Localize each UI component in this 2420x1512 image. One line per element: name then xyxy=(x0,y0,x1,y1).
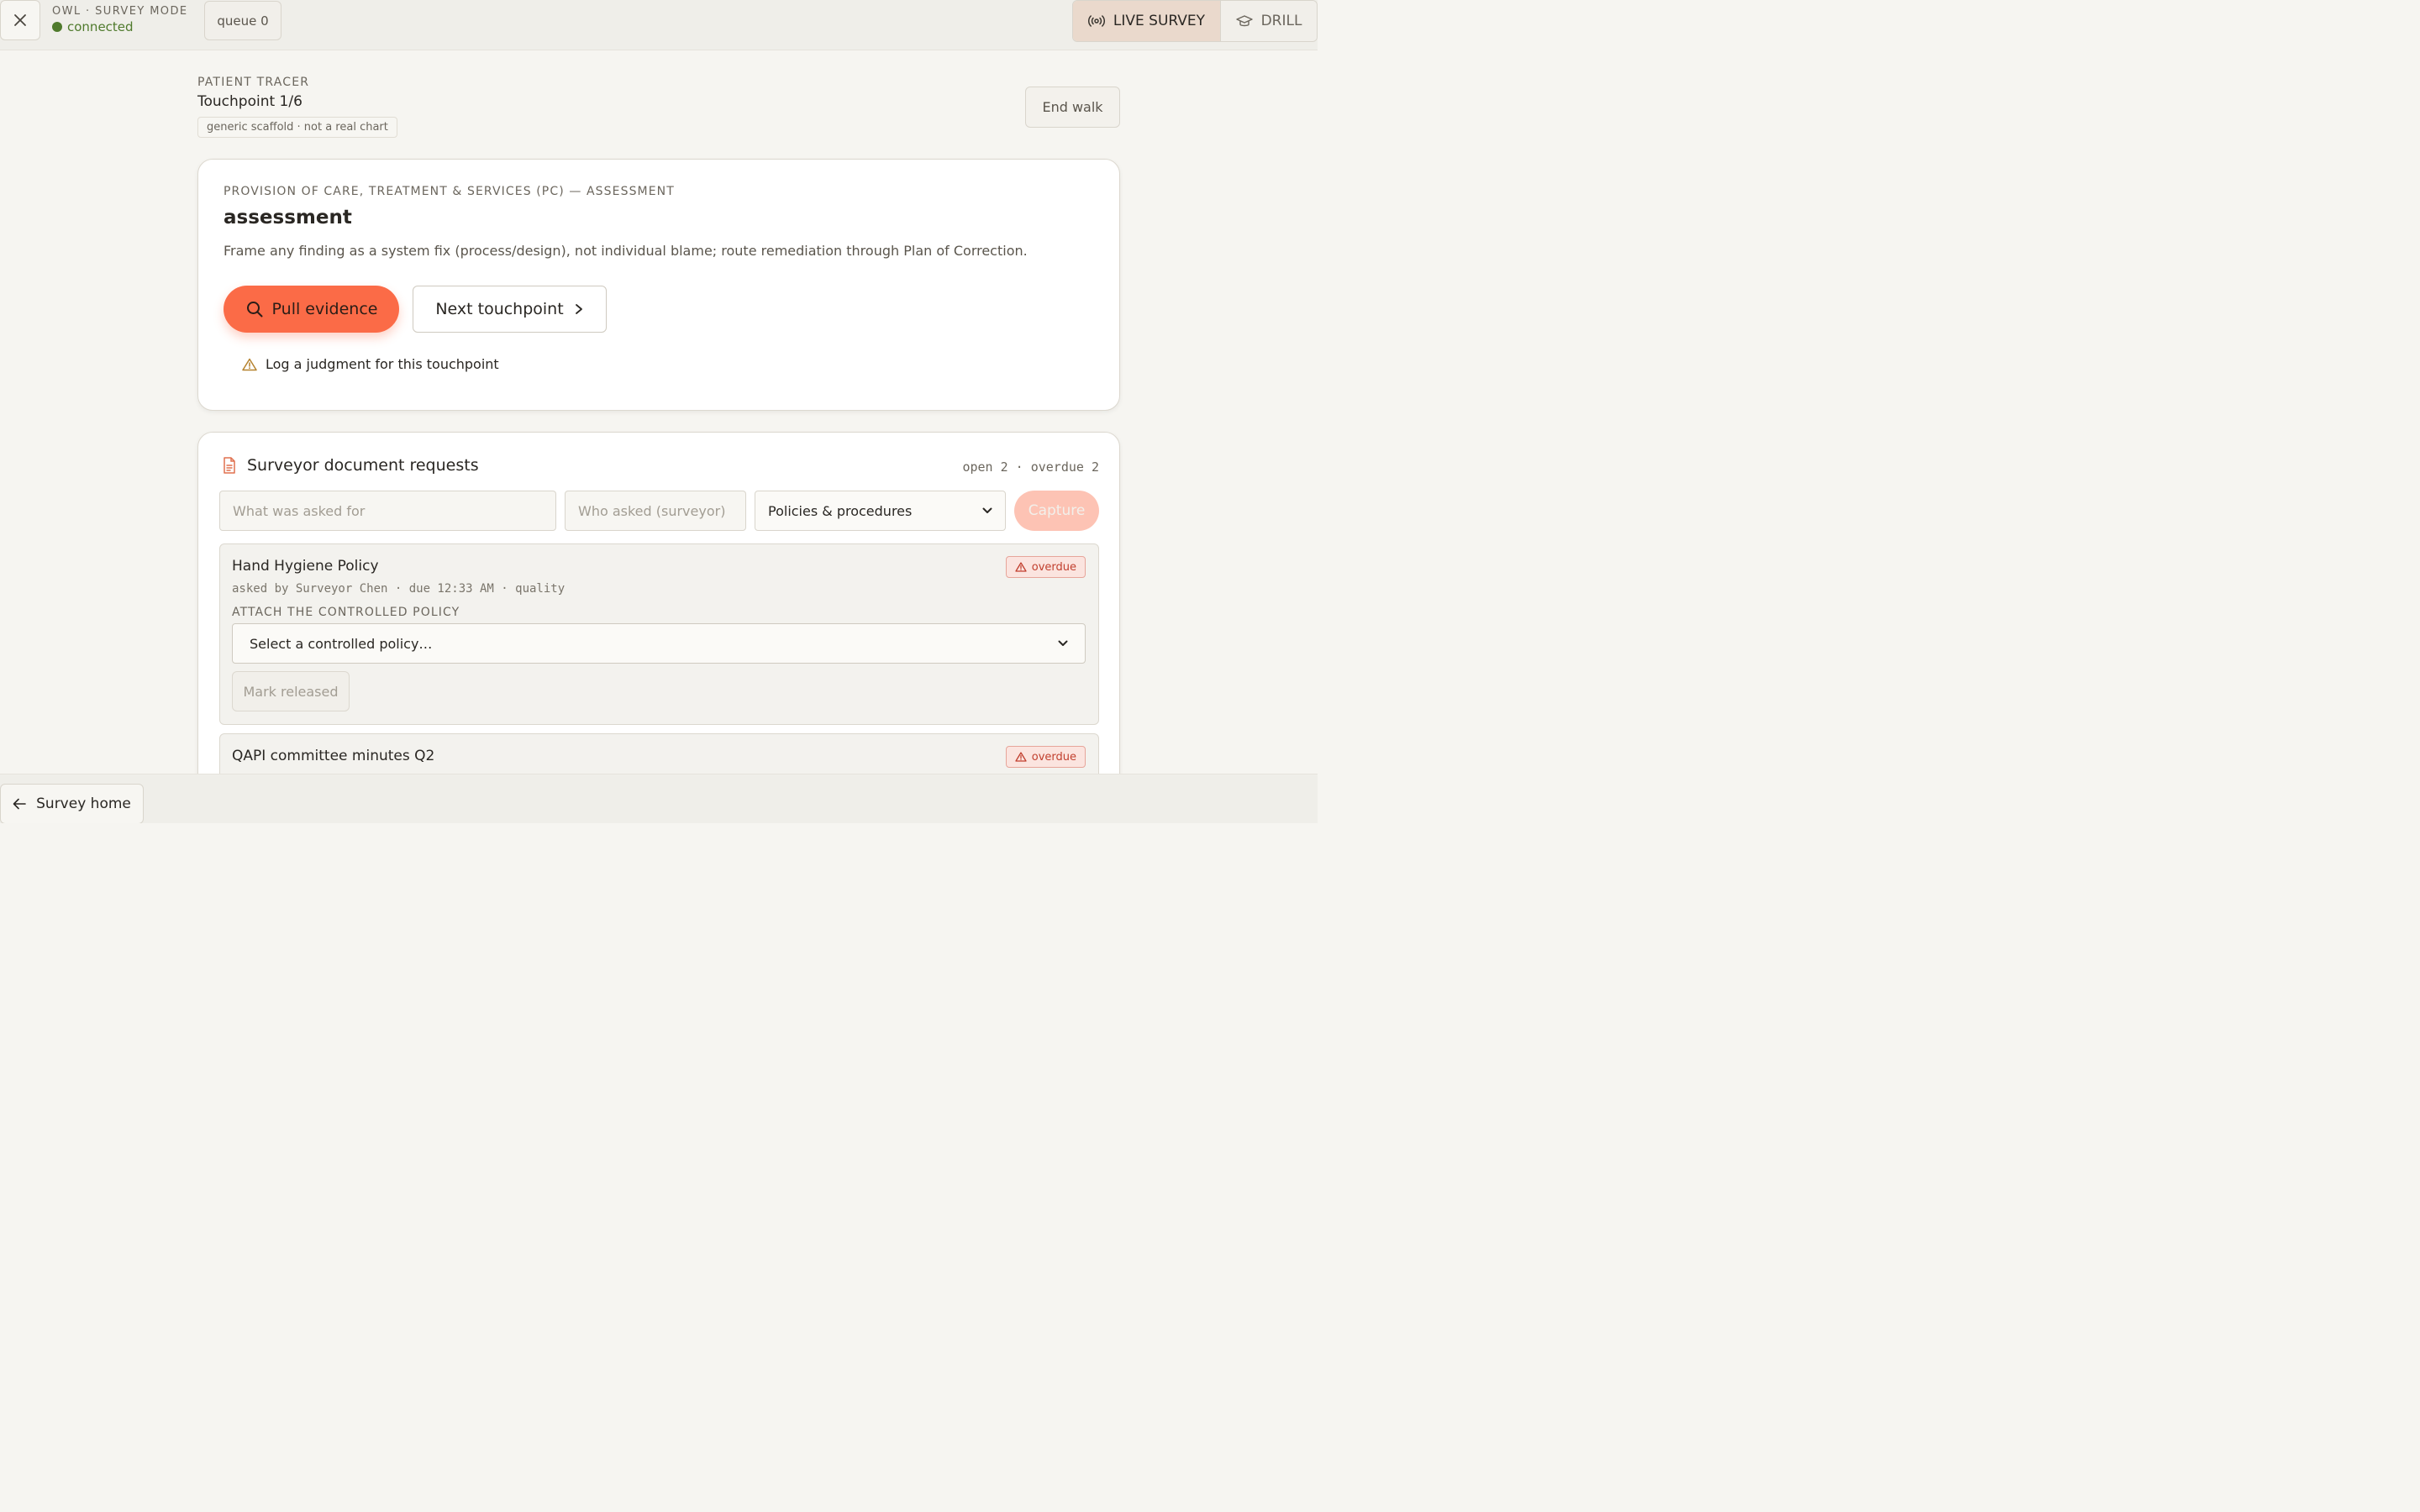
assessment-card: PROVISION OF CARE, TREATMENT & SERVICES … xyxy=(197,159,1120,411)
mode-live-label: LIVE SURVEY xyxy=(1113,13,1206,29)
mode-drill[interactable]: DRILL xyxy=(1221,1,1317,41)
survey-home-label: Survey home xyxy=(36,795,131,812)
overdue-badge-label: overdue xyxy=(1031,560,1076,574)
graduation-cap-icon xyxy=(1235,15,1253,27)
mode-drill-label: DRILL xyxy=(1260,13,1302,29)
close-icon xyxy=(14,14,26,26)
chevron-down-icon xyxy=(982,507,992,513)
pull-evidence-button[interactable]: Pull evidence xyxy=(224,286,399,333)
queue-button[interactable]: queue 0 xyxy=(204,1,281,40)
attach-policy-label: ATTACH THE CONTROLLED POLICY xyxy=(232,606,460,619)
mark-released-button[interactable]: Mark released xyxy=(232,671,350,711)
next-touchpoint-button[interactable]: Next touchpoint xyxy=(413,286,607,333)
overdue-badge: overdue xyxy=(1005,746,1086,768)
assessment-description: Frame any finding as a system fix (proce… xyxy=(224,243,1028,259)
assessment-eyebrow: PROVISION OF CARE, TREATMENT & SERVICES … xyxy=(224,185,675,198)
close-button[interactable] xyxy=(0,0,40,40)
chevron-down-icon xyxy=(1058,640,1068,646)
judgment-prompt[interactable]: Log a judgment for this touchpoint xyxy=(242,356,499,372)
top-bar: OWL · SURVEY MODE connected queue 0 LIVE… xyxy=(0,0,1318,50)
broadcast-icon xyxy=(1087,15,1105,27)
app-root: OWL · SURVEY MODE connected queue 0 LIVE… xyxy=(0,0,1318,823)
scaffold-tag: generic scaffold · not a real chart xyxy=(197,117,397,138)
warning-icon xyxy=(1015,562,1027,572)
what-asked-input[interactable]: What was asked for xyxy=(219,491,556,531)
arrow-left-icon xyxy=(13,798,26,810)
end-walk-button[interactable]: End walk xyxy=(1025,87,1120,128)
search-icon xyxy=(246,302,263,318)
warning-icon xyxy=(242,358,257,370)
category-select[interactable]: Policies & procedures xyxy=(755,491,1006,531)
pull-evidence-label: Pull evidence xyxy=(271,300,378,318)
chevron-right-icon xyxy=(575,304,582,314)
warning-icon xyxy=(1015,752,1027,762)
document-requests-header: Surveyor document requests xyxy=(222,456,479,475)
mode-toggle: LIVE SURVEY DRILL xyxy=(1072,0,1318,42)
connection-status: connected xyxy=(52,19,187,34)
request-meta: asked by Surveyor Chen · due 12:33 AM · … xyxy=(232,582,566,596)
bottom-bar: Survey home xyxy=(0,774,1318,823)
tracer-eyebrow: PATIENT TRACER xyxy=(197,76,310,89)
mode-live-survey[interactable]: LIVE SURVEY xyxy=(1073,1,1221,41)
connection-status-label: connected xyxy=(67,19,134,34)
survey-home-button[interactable]: Survey home xyxy=(0,784,144,823)
controlled-policy-select[interactable]: Select a controlled policy… xyxy=(232,623,1086,664)
document-requests-title: Surveyor document requests xyxy=(247,456,479,475)
document-icon xyxy=(224,457,235,474)
next-touchpoint-label: Next touchpoint xyxy=(435,300,564,318)
category-select-value: Policies & procedures xyxy=(768,502,913,519)
status-dot-icon xyxy=(52,22,62,32)
overdue-badge: overdue xyxy=(1005,556,1086,578)
brand: OWL · SURVEY MODE connected xyxy=(52,5,187,34)
overdue-badge-label: overdue xyxy=(1031,750,1076,764)
document-requests-card: Surveyor document requests open 2 · over… xyxy=(197,432,1120,801)
assessment-title: assessment xyxy=(224,207,352,228)
touchpoint-progress: Touchpoint 1/6 xyxy=(197,93,302,110)
request-title: QAPI committee minutes Q2 xyxy=(232,748,435,764)
request-title: Hand Hygiene Policy xyxy=(232,558,379,575)
request-counts: open 2 · overdue 2 xyxy=(962,459,1099,475)
who-asked-input[interactable]: Who asked (surveyor) xyxy=(565,491,746,531)
request-item: Hand Hygiene Policy asked by Surveyor Ch… xyxy=(219,543,1099,725)
judgment-label: Log a judgment for this touchpoint xyxy=(266,356,499,372)
tracer-header: PATIENT TRACER Touchpoint 1/6 generic sc… xyxy=(197,76,397,138)
app-title: OWL · SURVEY MODE xyxy=(52,5,188,18)
controlled-policy-select-value: Select a controlled policy… xyxy=(250,635,433,652)
capture-button[interactable]: Capture xyxy=(1014,491,1099,531)
